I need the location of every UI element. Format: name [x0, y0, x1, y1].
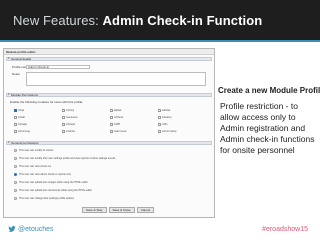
twitter-handle[interactable]: @etouches	[18, 226, 54, 233]
permission-option[interactable]: This user can change their settings prof…	[14, 197, 174, 200]
cancel-button[interactable]: Cancel	[136, 207, 155, 213]
module-checkbox[interactable]	[14, 109, 17, 112]
module-checkbox-label: srtat nsevp	[114, 130, 127, 134]
module-checkbox-item[interactable]: srtcheck	[110, 116, 123, 119]
module-checkbox[interactable]	[110, 109, 113, 112]
module-checkbox[interactable]	[110, 130, 113, 133]
module-checkbox-label: attjstar	[114, 109, 122, 113]
module-checkbox-label: srtcoapt	[18, 123, 27, 127]
screenshot-button-row: Save & Stay Save & Close Cancel	[82, 207, 156, 213]
slide-footer: @etouches #eroadshow15	[0, 226, 320, 240]
module-checkbox[interactable]	[62, 123, 65, 126]
permission-option[interactable]: This user can modify its stories	[14, 149, 174, 152]
general-permissions-section[interactable]: General permissions	[6, 141, 212, 145]
permission-radio[interactable]	[14, 181, 17, 184]
module-checkbox[interactable]	[14, 123, 17, 126]
module-checkbox[interactable]	[62, 116, 65, 119]
module-checkbox-item[interactable]: attjstar	[110, 109, 122, 112]
permission-radio[interactable]	[14, 157, 17, 160]
module-checkbox-label: mensucue	[66, 116, 78, 120]
module-checkbox-label: srhsp	[18, 109, 25, 113]
module-checkbox[interactable]	[158, 123, 161, 126]
module-checkbox-label: srtPP	[114, 123, 121, 127]
permission-label: This user can view check-ins	[19, 165, 51, 169]
permission-label: This user can change their settings prof…	[19, 197, 75, 201]
module-checkbox[interactable]	[158, 109, 161, 112]
module-permissions-section[interactable]: Module Permissions	[6, 93, 212, 97]
permission-option[interactable]: This user can view admin check-in report…	[14, 173, 174, 176]
module-checkbox-item[interactable]: srtstat	[14, 116, 25, 119]
sidebar-body: Profile restriction - to allow access on…	[220, 101, 315, 155]
sidebar-heading: Create a new Module Profile	[218, 86, 320, 95]
permission-radio[interactable]	[14, 197, 17, 200]
twitter-bird-icon	[8, 226, 16, 233]
save-close-button[interactable]: Save & Close	[108, 207, 135, 213]
permission-label: This user can modify their own settings …	[19, 157, 116, 161]
slide-title-bar: New Features: Admin Check-in Function	[0, 0, 320, 42]
module-checkbox-label: srtcheck	[114, 116, 124, 120]
screenshot-window-title: Module profile editor	[4, 49, 214, 55]
module-checkbox-item[interactable]: srhcmp	[62, 109, 74, 112]
module-checkbox-item[interactable]: srhcupd	[62, 123, 75, 126]
module-profile-screenshot: Module profile editor General details Pr…	[3, 48, 215, 218]
module-permissions-intro: Enable the following modules for users w…	[10, 100, 84, 104]
slide-title-prefix: New Features:	[13, 13, 103, 28]
module-checkbox[interactable]	[110, 116, 113, 119]
twitter-handle-group: @etouches	[8, 226, 54, 233]
module-checkbox[interactable]	[62, 109, 65, 112]
module-checkbox-item[interactable]: srhsp	[14, 109, 24, 112]
module-checkbox-item[interactable]: srtmcrl namp	[158, 130, 176, 133]
module-checkbox-label: esbstat	[162, 109, 171, 113]
save-stay-button[interactable]: Save & Stay	[82, 207, 107, 213]
module-checkbox-label: srtfin	[162, 123, 168, 127]
module-checkbox-item[interactable]: srtPP	[110, 123, 120, 126]
module-checkbox-label: srhcupd	[66, 123, 75, 127]
module-checkbox-item[interactable]: srtat nsevp	[110, 130, 126, 133]
general-details-section[interactable]: General details	[6, 57, 212, 61]
permission-radio[interactable]	[14, 149, 17, 152]
module-checkbox-item[interactable]: esbstat	[158, 109, 170, 112]
module-checkbox-item[interactable]: srtcoapt	[14, 123, 27, 126]
module-checkbox[interactable]	[158, 116, 161, 119]
event-hashtag[interactable]: #eroadshow15	[262, 226, 308, 233]
module-checkbox-item[interactable]: srtfin	[158, 123, 167, 126]
module-checkbox-label: srtstat	[18, 116, 25, 120]
notes-field[interactable]	[26, 72, 206, 86]
module-checkbox-item[interactable]: srtnmnong	[14, 130, 30, 133]
permission-label: This user can modify its stories	[19, 149, 54, 153]
permission-option[interactable]: This user can upload own documents while…	[14, 189, 174, 192]
notes-label: Notes	[12, 72, 20, 76]
permission-label: This user can upload own documents while…	[19, 189, 93, 193]
module-checkbox[interactable]	[14, 130, 17, 133]
module-checkbox[interactable]	[62, 130, 65, 133]
profile-name-field[interactable]: Admin Check-in	[26, 65, 90, 69]
module-checkbox-label: srtvintsv	[66, 130, 76, 134]
module-checkbox-label: srhcmp	[66, 109, 75, 113]
module-checkbox[interactable]	[14, 116, 17, 119]
permission-option[interactable]: This user can modify their own settings …	[14, 157, 174, 160]
permission-option[interactable]: This user can upload own images while us…	[14, 181, 174, 184]
module-checkbox-item[interactable]: mensucue	[62, 116, 78, 119]
permission-label: This user can view admin check-in report…	[19, 173, 71, 177]
permission-radio[interactable]	[14, 189, 17, 192]
module-checkbox[interactable]	[158, 130, 161, 133]
module-checkbox[interactable]	[110, 123, 113, 126]
module-checkbox-label: srtmcrl namp	[162, 130, 177, 134]
slide-title-strong: Admin Check-in Function	[102, 13, 263, 28]
permission-radio[interactable]	[14, 165, 17, 168]
slide-title: New Features: Admin Check-in Function	[13, 13, 262, 28]
module-checkbox-item[interactable]: srtvintsv	[62, 130, 75, 133]
permission-radio[interactable]	[14, 173, 17, 176]
module-checkbox-item[interactable]: srkelenp	[158, 116, 171, 119]
module-checkbox-label: srkelenp	[162, 116, 172, 120]
permission-label: This user can upload own images while us…	[19, 181, 88, 185]
module-checkbox-label: srtnmnong	[18, 130, 30, 134]
permission-option[interactable]: This user can view check-ins	[14, 165, 174, 168]
